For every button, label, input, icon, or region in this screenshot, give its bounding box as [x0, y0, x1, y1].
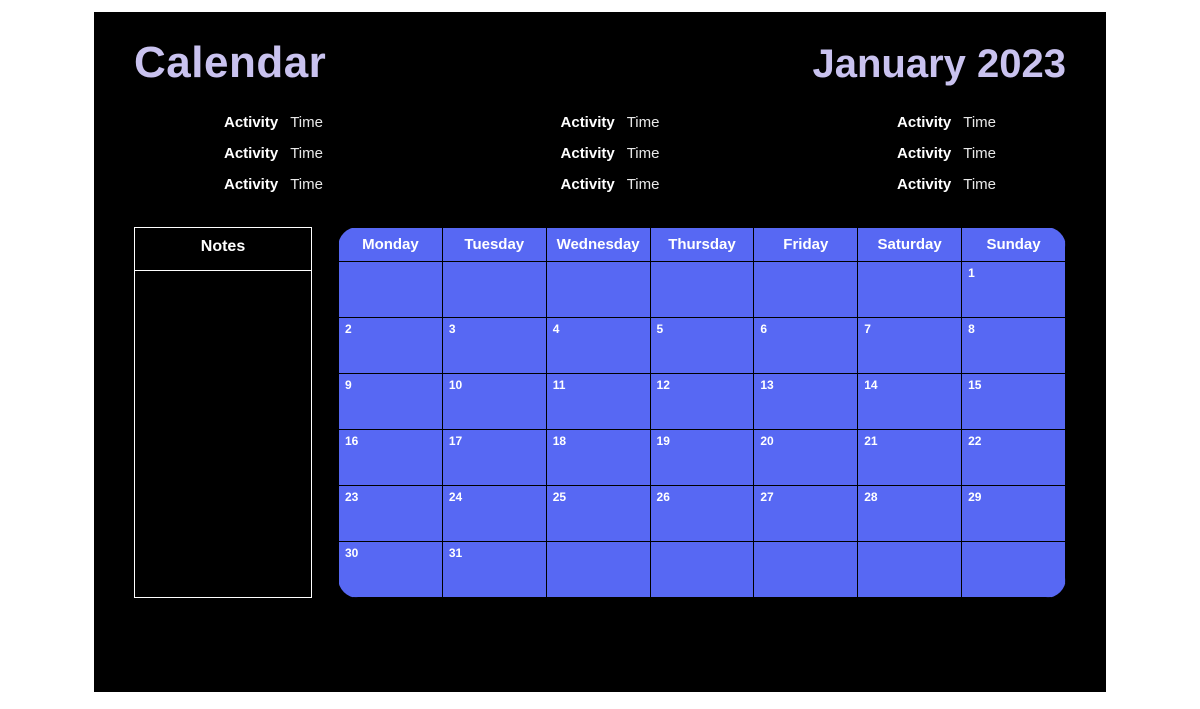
calendar-day: [858, 542, 962, 598]
calendar-day: [650, 262, 754, 318]
calendar-day: 18: [546, 430, 650, 486]
calendar-week: 9 10 11 12 13 14 15: [339, 374, 1066, 430]
calendar-day: [442, 262, 546, 318]
calendar-day: 2: [339, 318, 443, 374]
calendar-day: [754, 542, 858, 598]
calendar-day: 8: [962, 318, 1066, 374]
calendar-body: 1 2 3 4 5 6 7 8 9 10 11 12 13 14: [339, 262, 1066, 598]
activity-time: Time: [963, 145, 996, 162]
calendar-day: 17: [442, 430, 546, 486]
calendar-week: 23 24 25 26 27 28 29: [339, 486, 1066, 542]
activity-label: Activity: [897, 114, 951, 131]
calendar-day: 25: [546, 486, 650, 542]
activities-section: Activity Time Activity Time Activity Tim…: [134, 114, 1066, 193]
activities-column: Activity Time Activity Time Activity Tim…: [224, 114, 323, 193]
activity-row: Activity Time: [224, 145, 323, 162]
activity-time: Time: [963, 114, 996, 131]
calendar-day: 3: [442, 318, 546, 374]
activity-label: Activity: [561, 145, 615, 162]
calendar-day: 5: [650, 318, 754, 374]
activity-time: Time: [290, 114, 323, 131]
weekday-heading: Friday: [754, 228, 858, 262]
calendar-day: [339, 262, 443, 318]
calendar-day: 29: [962, 486, 1066, 542]
calendar-day: 28: [858, 486, 962, 542]
activity-time: Time: [963, 176, 996, 193]
calendar-day: 16: [339, 430, 443, 486]
calendar-day: 13: [754, 374, 858, 430]
calendar-grid: Monday Tuesday Wednesday Thursday Friday…: [338, 227, 1066, 598]
calendar-day: 6: [754, 318, 858, 374]
calendar-day: 27: [754, 486, 858, 542]
activity-label: Activity: [897, 145, 951, 162]
calendar-day: [546, 542, 650, 598]
activity-row: Activity Time: [561, 176, 660, 193]
calendar-day: 23: [339, 486, 443, 542]
activity-row: Activity Time: [897, 176, 996, 193]
activity-label: Activity: [224, 145, 278, 162]
main-area: Notes Monday Tuesday Wednesday Thursday …: [134, 227, 1066, 598]
activity-label: Activity: [224, 176, 278, 193]
calendar-day: 15: [962, 374, 1066, 430]
calendar-week: 16 17 18 19 20 21 22: [339, 430, 1066, 486]
calendar-day: 12: [650, 374, 754, 430]
calendar-day: 4: [546, 318, 650, 374]
month-label: January 2023: [812, 42, 1066, 87]
activity-label: Activity: [561, 176, 615, 193]
notes-heading: Notes: [135, 228, 311, 271]
calendar-day: 20: [754, 430, 858, 486]
calendar-week: 2 3 4 5 6 7 8: [339, 318, 1066, 374]
page-title: Calendar: [134, 38, 326, 88]
activity-time: Time: [290, 176, 323, 193]
calendar-day: 31: [442, 542, 546, 598]
weekday-heading: Sunday: [962, 228, 1066, 262]
header: Calendar January 2023: [134, 38, 1066, 88]
activity-time: Time: [627, 145, 660, 162]
calendar-day: 30: [339, 542, 443, 598]
activity-label: Activity: [897, 176, 951, 193]
weekday-heading: Monday: [339, 228, 443, 262]
calendar-day: 1: [962, 262, 1066, 318]
calendar-day: [858, 262, 962, 318]
notes-panel: Notes: [134, 227, 312, 598]
calendar-day: [962, 542, 1066, 598]
calendar-sheet: Calendar January 2023 Activity Time Acti…: [94, 12, 1106, 692]
activities-column: Activity Time Activity Time Activity Tim…: [897, 114, 996, 193]
calendar-week: 30 31: [339, 542, 1066, 598]
activity-row: Activity Time: [224, 176, 323, 193]
calendar-day: [546, 262, 650, 318]
activity-time: Time: [627, 114, 660, 131]
calendar-day: 9: [339, 374, 443, 430]
activity-row: Activity Time: [897, 145, 996, 162]
activity-row: Activity Time: [561, 114, 660, 131]
calendar-day: 21: [858, 430, 962, 486]
weekday-heading: Wednesday: [546, 228, 650, 262]
calendar-day: 7: [858, 318, 962, 374]
calendar-day: [650, 542, 754, 598]
calendar-day: 26: [650, 486, 754, 542]
calendar-day: 14: [858, 374, 962, 430]
calendar-header-row: Monday Tuesday Wednesday Thursday Friday…: [339, 228, 1066, 262]
calendar-day: 24: [442, 486, 546, 542]
calendar-day: [754, 262, 858, 318]
activity-label: Activity: [224, 114, 278, 131]
calendar-day: 10: [442, 374, 546, 430]
calendar-day: 22: [962, 430, 1066, 486]
activity-label: Activity: [561, 114, 615, 131]
weekday-heading: Saturday: [858, 228, 962, 262]
weekday-heading: Thursday: [650, 228, 754, 262]
activities-column: Activity Time Activity Time Activity Tim…: [561, 114, 660, 193]
activity-row: Activity Time: [561, 145, 660, 162]
activity-row: Activity Time: [224, 114, 323, 131]
activity-row: Activity Time: [897, 114, 996, 131]
calendar-week: 1: [339, 262, 1066, 318]
activity-time: Time: [290, 145, 323, 162]
calendar-day: 11: [546, 374, 650, 430]
activity-time: Time: [627, 176, 660, 193]
calendar-day: 19: [650, 430, 754, 486]
weekday-heading: Tuesday: [442, 228, 546, 262]
